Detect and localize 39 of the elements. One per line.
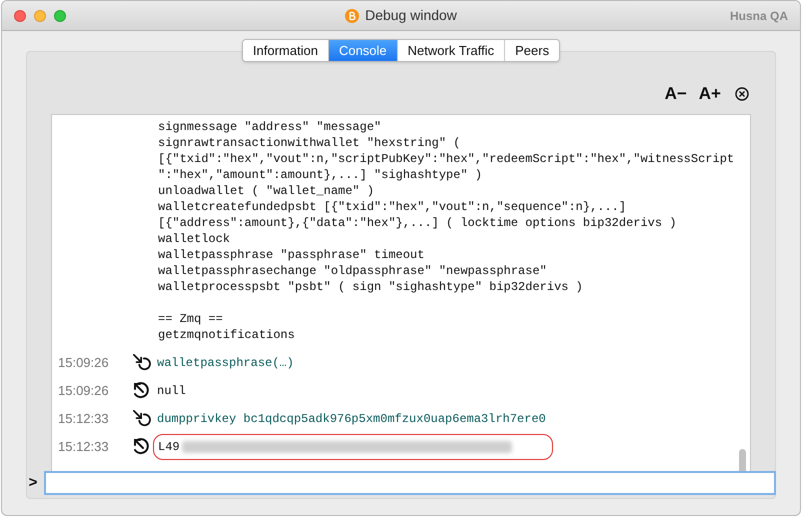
help-text-line: walletpassphrase "passphrase" timeout (158, 248, 424, 262)
zoom-window-button[interactable] (54, 10, 66, 22)
help-text-line: signrawtransactionwithwallet "hexstring" ( (158, 136, 460, 150)
tab[interactable]: Network Traffic (396, 40, 504, 61)
tab[interactable]: Information (242, 40, 328, 61)
font-size-button[interactable]: A+ (696, 81, 723, 107)
timestamp: 15:09:26 (57, 354, 110, 372)
close-window-button[interactable] (14, 10, 26, 22)
reply-arrow-icon (133, 438, 151, 456)
command-input-field[interactable] (44, 471, 776, 495)
help-text-line: walletcreatefundedpsbt [{"txid":"hex","vout":n,"sequence":n},...] (158, 200, 626, 214)
help-text-line: signmessage "address" "message" (158, 120, 382, 134)
tab[interactable]: Peers (504, 40, 560, 61)
clear-console-icon[interactable] (735, 87, 749, 101)
output-text: null (157, 383, 186, 400)
output-text: dumpprivkey bc1qdcqp5adk976p5xm0mfzux0uap6ema3lrh7ere0 (157, 411, 546, 428)
user-label: Husna QA (728, 8, 788, 24)
help-text-line: walletpassphrasechange "oldpassphrase" "newpassphrase" (158, 264, 547, 278)
font-size-button[interactable]: A− (662, 81, 689, 107)
timestamp: 15:09:26 (57, 382, 110, 400)
coin-logo-icon (345, 8, 360, 22)
help-text-line: == Zmq == (158, 312, 223, 326)
help-text-line: [{"txid":"hex","vout":n,"scriptPubKey":"hex","redeemScript":"hex","witnessScript (158, 152, 734, 166)
command-arrow-icon (133, 410, 151, 428)
help-text-line: [{"address":amount},{"data":"hex"},...] ( locktime options bip32derivs ) (158, 216, 676, 230)
command-arrow-icon (133, 354, 151, 372)
help-text-line: unloadwallet ( "wallet_name" ) (158, 184, 374, 198)
help-text-line: walletlock (158, 232, 230, 246)
minimize-window-button[interactable] (34, 10, 46, 22)
help-text-line: ":"hex","amount":amount},...] "sighashtype" ) (158, 168, 482, 182)
timestamp: 15:12:33 (57, 410, 110, 428)
output-text: L49 (158, 439, 180, 456)
help-text-line: getzmqnotifications (158, 328, 295, 342)
reply-arrow-icon (133, 382, 151, 400)
help-text-line: walletprocesspsbt "psbt" ( sign "sighashtype" bip32derivs ) (158, 280, 583, 294)
prompt-label: > (28, 472, 38, 493)
timestamp: 15:12:33 (57, 438, 110, 456)
output-text: walletpassphrase(…) (157, 355, 294, 372)
window-title: Debug window (365, 6, 457, 25)
